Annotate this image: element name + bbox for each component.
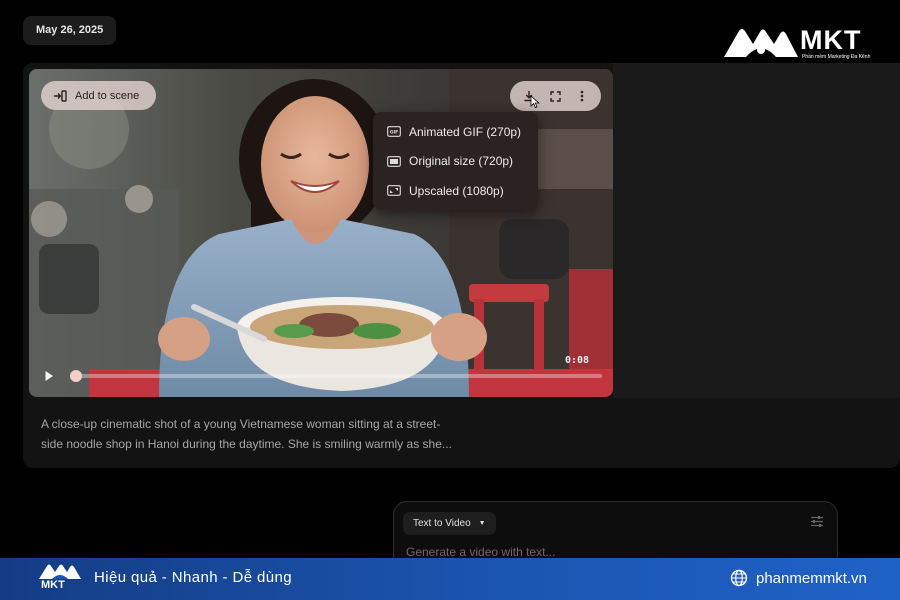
menu-item-upscaled[interactable]: Upscaled (1080p) bbox=[373, 176, 538, 206]
menu-item-original-size[interactable]: Original size (720p) bbox=[373, 147, 538, 177]
globe-icon bbox=[730, 569, 748, 587]
video-progress-handle[interactable] bbox=[70, 370, 82, 382]
menu-item-animated-gif[interactable]: GIF Animated GIF (270p) bbox=[373, 117, 538, 147]
add-to-scene-button[interactable]: Add to scene bbox=[41, 81, 157, 110]
menu-item-label: Animated GIF (270p) bbox=[409, 124, 522, 139]
banner-logo-text: MKT bbox=[41, 579, 65, 591]
video-progress-track[interactable] bbox=[72, 374, 602, 378]
play-icon[interactable] bbox=[44, 370, 54, 382]
fullscreen-icon[interactable] bbox=[545, 86, 565, 106]
prompt-input[interactable]: Generate a video with text... bbox=[406, 545, 555, 559]
mode-selector[interactable]: Text to Video ▼ bbox=[403, 512, 496, 535]
side-panel bbox=[613, 63, 900, 398]
menu-item-label: Original size (720p) bbox=[409, 154, 514, 169]
brand-logo: MKT Phần mềm Marketing Đa Kênh bbox=[722, 24, 872, 62]
more-options-icon[interactable] bbox=[572, 86, 592, 106]
menu-item-label: Upscaled (1080p) bbox=[409, 183, 504, 198]
logo-tagline: Phần mềm Marketing Đa Kênh bbox=[802, 54, 871, 60]
logo-text: MKT bbox=[800, 25, 862, 55]
mkt-logo-icon bbox=[39, 564, 81, 579]
banner-slogan: Hiệu quả - Nhanh - Dễ dùng bbox=[94, 569, 293, 586]
video-description: A close-up cinematic shot of a young Vie… bbox=[41, 417, 452, 451]
settings-sliders-icon[interactable] bbox=[810, 515, 824, 528]
video-toolbar bbox=[510, 81, 601, 111]
mouse-cursor-icon bbox=[530, 95, 540, 109]
mkt-logo-icon bbox=[724, 29, 798, 57]
date-label: May 26, 2025 bbox=[23, 16, 117, 45]
rectangle-icon bbox=[387, 155, 401, 167]
website-link[interactable]: phanmemmkt.vn bbox=[730, 569, 867, 587]
upscale-icon bbox=[387, 185, 401, 197]
video-duration: 0:08 bbox=[565, 355, 590, 366]
add-to-scene-label: Add to scene bbox=[75, 89, 140, 102]
website-label: phanmemmkt.vn bbox=[756, 569, 867, 587]
mode-label: Text to Video bbox=[413, 518, 471, 529]
download-menu: GIF Animated GIF (270p) Original size (7… bbox=[373, 112, 538, 210]
promo-banner: MKT Hiệu quả - Nhanh - Dễ dùng phanmemmk… bbox=[0, 558, 900, 600]
add-to-scene-icon bbox=[54, 89, 67, 102]
svg-text:GIF: GIF bbox=[390, 130, 399, 136]
chevron-down-icon: ▼ bbox=[478, 520, 486, 527]
gif-icon: GIF bbox=[387, 126, 401, 138]
